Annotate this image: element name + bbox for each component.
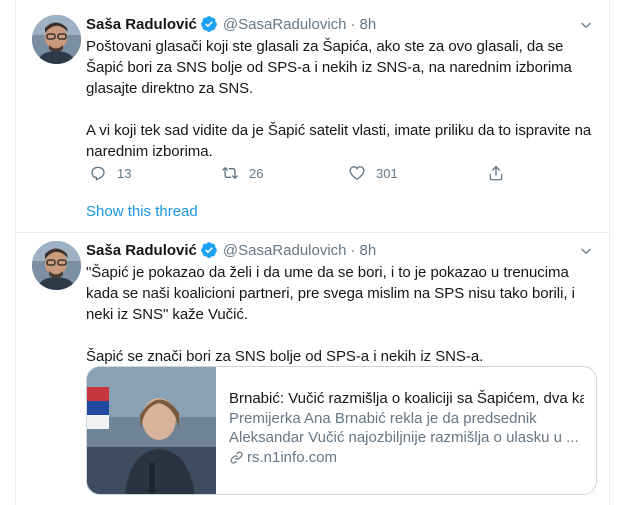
caret-down-icon[interactable] [579, 244, 593, 258]
verified-badge-icon [200, 15, 218, 33]
tweet-text: "Šapić je pokazao da želi i da ume da se… [86, 264, 575, 365]
tweet-header: Saša Radulović @SasaRadulovich · 8h [86, 240, 376, 260]
retweet-button[interactable]: 26 [221, 160, 263, 186]
timeline: Saša Radulović @SasaRadulovich · 8h Pošt… [15, 0, 610, 505]
card-description: Premijerka Ana Brnabić rekla je da preds… [229, 409, 579, 447]
tweet[interactable]: Saša Radulović @SasaRadulovich · 8h Pošt… [16, 0, 609, 233]
timestamp[interactable]: 8h [360, 242, 377, 259]
handle[interactable]: @SasaRadulovich [223, 242, 347, 259]
share-icon [487, 164, 505, 182]
share-button[interactable] [487, 160, 505, 186]
display-name[interactable]: Saša Radulović [86, 16, 197, 33]
link-icon [229, 450, 244, 465]
handle[interactable]: @SasaRadulovich [223, 16, 347, 33]
caret-down-icon[interactable] [579, 18, 593, 32]
reply-icon [89, 164, 107, 182]
like-count: 301 [376, 165, 398, 181]
reply-button[interactable]: 13 [89, 160, 131, 186]
retweet-count: 26 [249, 165, 264, 181]
timestamp[interactable]: 8h [360, 16, 377, 33]
card-title: Brnabić: Vučić razmišlja o koaliciji sa … [229, 390, 584, 407]
card-domain-text: rs.n1info.com [247, 448, 338, 466]
tweet-header: Saša Radulović @SasaRadulovich · 8h [86, 14, 376, 34]
separator-dot: · [350, 15, 356, 33]
show-thread-link[interactable]: Show this thread [86, 203, 198, 220]
like-icon [348, 164, 366, 182]
reply-count: 13 [117, 165, 132, 181]
tweet-text: Poštovani glasači koji ste glasali za Ša… [86, 38, 592, 160]
card-thumbnail [87, 367, 216, 494]
link-preview-card[interactable]: Brnabić: Vučić razmišlja o koaliciji sa … [86, 366, 597, 495]
like-button[interactable]: 301 [348, 160, 398, 186]
retweet-icon [221, 164, 239, 182]
tweet[interactable]: Saša Radulović @SasaRadulovich · 8h "Šap… [16, 233, 609, 505]
separator-dot: · [350, 241, 356, 259]
card-body: Brnabić: Vučić razmišlja o koaliciji sa … [216, 367, 596, 494]
avatar[interactable] [32, 15, 81, 64]
card-domain: rs.n1info.com [229, 448, 584, 468]
avatar[interactable] [32, 241, 81, 290]
verified-badge-icon [200, 241, 218, 259]
display-name[interactable]: Saša Radulović [86, 242, 197, 259]
tweet-actions: 13 26 301 [86, 160, 566, 186]
